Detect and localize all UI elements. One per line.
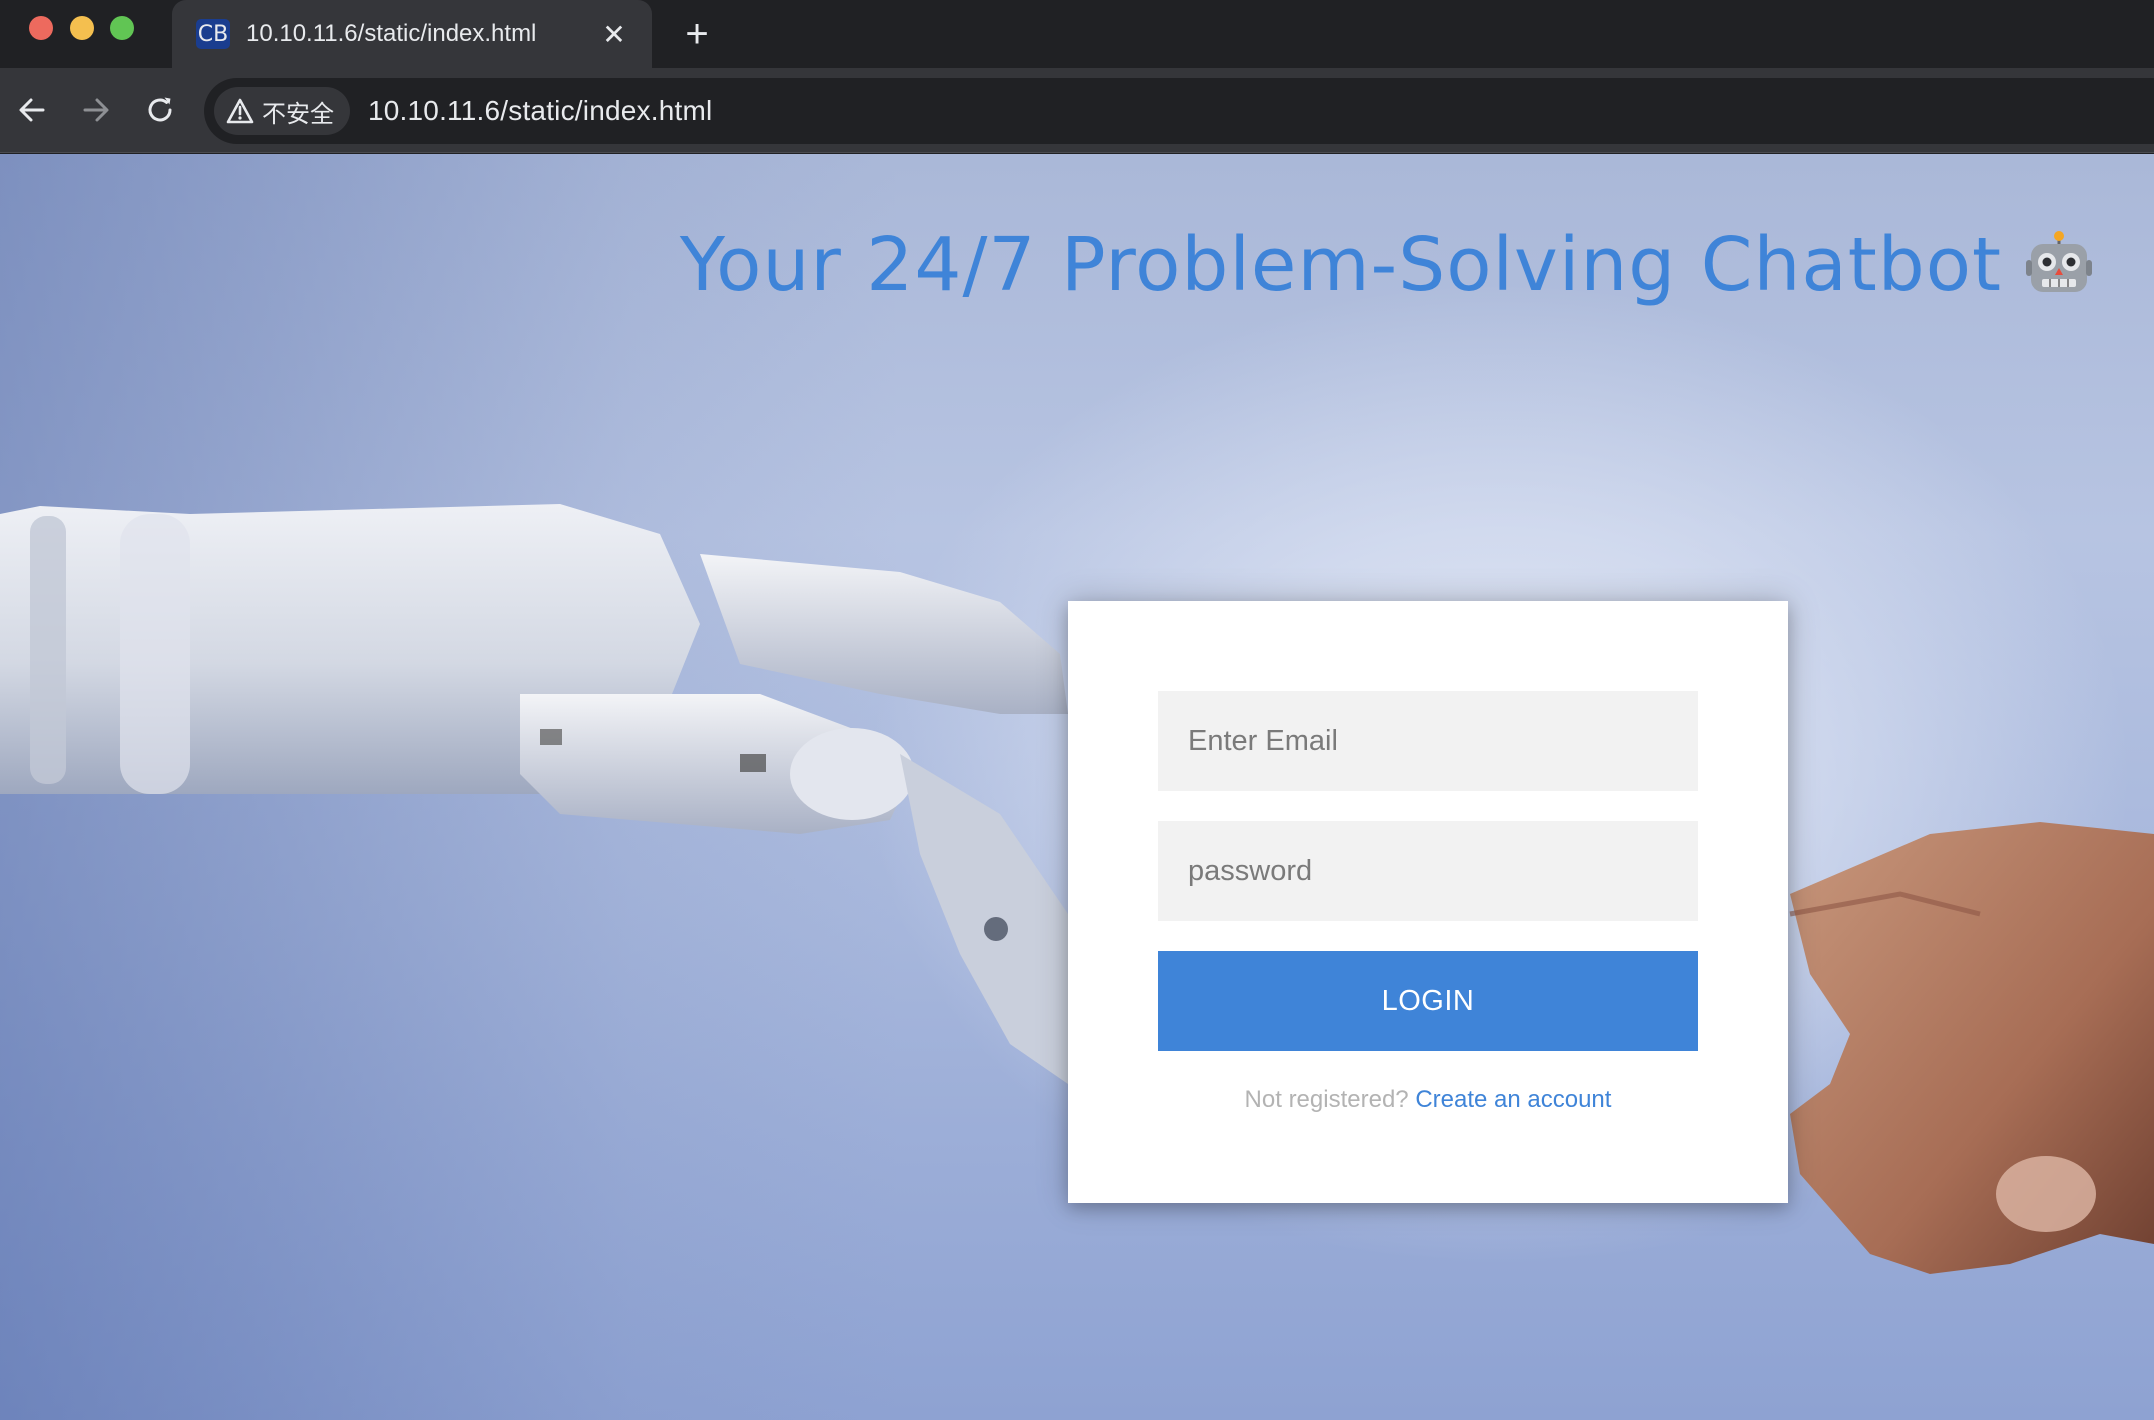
url-text[interactable]: 10.10.11.6/static/index.html — [368, 95, 712, 127]
browser-tab[interactable]: CB 10.10.11.6/static/index.html ✕ — [172, 0, 652, 68]
register-prompt: Not registered? Create an account — [1068, 1086, 1788, 1114]
password-input[interactable] — [1158, 821, 1698, 921]
login-form: LOGIN Not registered? Create an account — [1068, 601, 1788, 1203]
login-button[interactable]: LOGIN — [1158, 951, 1698, 1051]
forward-button[interactable] — [74, 88, 118, 132]
browser-toolbar: 不安全 10.10.11.6/static/index.html — [0, 68, 2154, 153]
page-viewport: Your 24/7 Problem-Solving Chatbot LOGIN … — [0, 154, 2154, 1420]
reload-icon — [148, 97, 172, 122]
back-button[interactable] — [10, 88, 54, 132]
tab-strip: CB 10.10.11.6/static/index.html ✕ + — [0, 0, 2154, 68]
security-indicator[interactable]: 不安全 — [214, 87, 350, 135]
page-headline: Your 24/7 Problem-Solving Chatbot — [680, 222, 2094, 308]
reload-button[interactable] — [138, 88, 182, 132]
tab-title: 10.10.11.6/static/index.html — [246, 20, 537, 47]
favicon-icon: CB — [196, 19, 230, 49]
tab-close-button[interactable]: ✕ — [594, 14, 634, 54]
robot-face-icon — [2026, 231, 2092, 292]
arrow-left-icon — [19, 98, 45, 122]
email-input[interactable] — [1158, 691, 1698, 791]
security-label: 不安全 — [262, 99, 334, 128]
close-window-button[interactable] — [29, 16, 53, 40]
new-tab-button[interactable]: + — [676, 12, 718, 56]
create-account-link[interactable]: Create an account — [1415, 1086, 1611, 1113]
warning-icon — [226, 98, 254, 124]
minimize-window-button[interactable] — [70, 16, 94, 40]
zoom-window-button[interactable] — [110, 16, 134, 40]
headline-text: Your 24/7 Problem-Solving Chatbot — [679, 222, 2002, 308]
register-prompt-text: Not registered? — [1244, 1086, 1416, 1113]
address-bar[interactable]: 不安全 10.10.11.6/static/index.html — [204, 78, 2154, 144]
arrow-right-icon — [83, 98, 109, 122]
